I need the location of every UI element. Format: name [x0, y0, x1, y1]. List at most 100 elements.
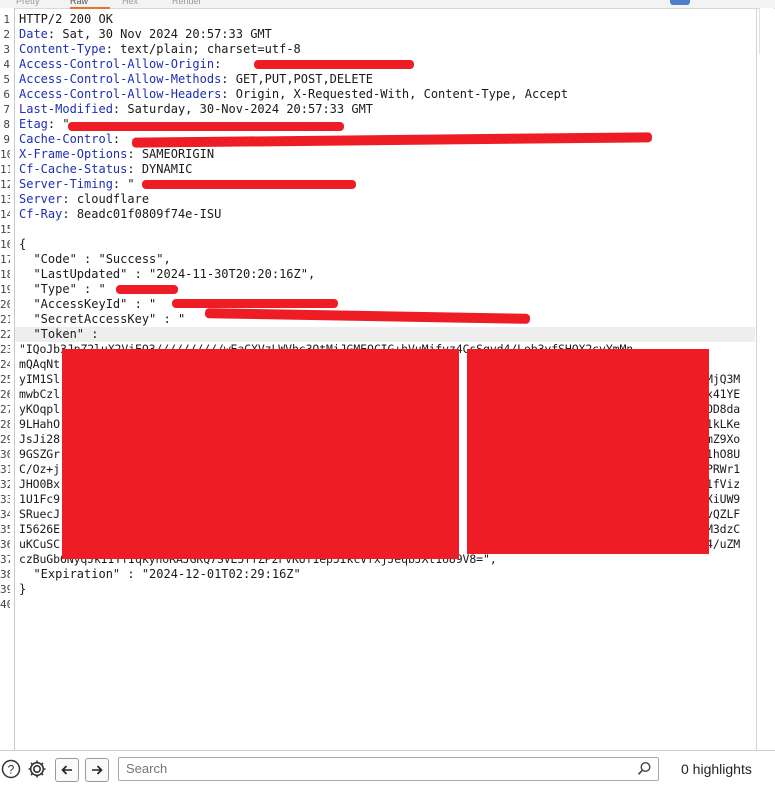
token-line: mwbCzl: [19, 387, 60, 401]
line-number: 34: [0, 508, 10, 521]
line-number: 36: [0, 538, 10, 551]
redaction-block: [467, 349, 709, 554]
line-number: 19: [0, 283, 10, 296]
token-fragment: 4/uZM: [706, 537, 741, 551]
line-number: 21: [0, 313, 10, 326]
tab-hex[interactable]: Hex: [122, 0, 152, 7]
inspector-toggle-button[interactable]: [670, 0, 690, 5]
line-number: 10: [0, 148, 10, 161]
line-number: 14: [0, 208, 10, 221]
token-fragment: PRWr1: [706, 462, 741, 476]
line-number: 4: [3, 58, 10, 71]
redaction-mark: [68, 122, 344, 131]
help-icon[interactable]: ?: [0, 758, 22, 780]
line-number: 28: [0, 418, 10, 431]
line-number: 38: [0, 568, 10, 581]
line-number: 32: [0, 478, 10, 491]
highlights-count: 0 highlights: [681, 761, 752, 777]
response-editor[interactable]: 1 2 3 4 5 6 7 8 9 10 11 12 13 14 15 16 1…: [0, 8, 775, 750]
json-expiration-line: "Expiration" : "2024-12-01T02:29:16Z": [19, 567, 301, 581]
line-number: 11: [0, 163, 10, 176]
token-fragment: vQZLF: [706, 507, 741, 521]
json-type-line: "Type" : ": [19, 282, 106, 296]
header-value: Origin, X-Requested-With, Content-Type, …: [235, 87, 569, 101]
json-token-key-line: "Token" :: [19, 327, 99, 341]
line-number-gutter: 1 2 3 4 5 6 7 8 9 10 11 12 13 14 15 16 1…: [0, 8, 15, 750]
token-fragment: MjQ3M: [706, 372, 741, 386]
header-value: ": [127, 177, 135, 191]
header-name: Server: [19, 192, 63, 206]
token-line: C/Oz+j: [19, 462, 60, 476]
token-fragment: 1fViz: [706, 477, 741, 491]
json-open-brace: {: [19, 237, 27, 251]
vertical-scrollbar-track[interactable]: [756, 8, 757, 750]
header-line: X-Frame-Options: SAMEORIGIN: [19, 147, 215, 161]
header-name: Access-Control-Allow-Headers: [19, 87, 222, 101]
json-close-brace: }: [19, 582, 27, 596]
redaction-block: [62, 349, 459, 559]
token-line: uKCuSC: [19, 537, 60, 551]
token-fragment: M3dzC: [706, 522, 741, 536]
header-line: Date: Sat, 30 Nov 2024 20:57:33 GMT: [19, 27, 272, 41]
line-number: 35: [0, 523, 10, 536]
search-input[interactable]: Search: [118, 757, 659, 781]
header-name: Access-Control-Allow-Methods: [19, 72, 222, 86]
arrow-left-icon: [61, 765, 72, 775]
line-number: 25: [0, 373, 10, 386]
line-number: 8: [3, 118, 10, 131]
header-line: Content-Type: text/plain; charset=utf-8: [19, 42, 301, 56]
token-fragment: 1hO8U: [706, 447, 741, 461]
header-name: Last-Modified: [19, 102, 113, 116]
previous-match-button[interactable]: [55, 758, 79, 782]
line-number: 39: [0, 583, 10, 596]
line-number: 15: [0, 223, 10, 236]
search-toolbar: ? Search 0 highlights: [0, 750, 775, 792]
token-line: 1U1Fc9: [19, 492, 60, 506]
line-number: 26: [0, 388, 10, 401]
header-value: GET,PUT,POST,DELETE: [235, 72, 374, 86]
tab-render[interactable]: Render: [172, 0, 222, 7]
line-number: 23: [0, 343, 10, 356]
header-name: Cf-Ray: [19, 207, 63, 221]
line-number: 37: [0, 553, 10, 566]
header-line: Access-Control-Allow-Methods: GET,PUT,PO…: [19, 72, 374, 86]
token-line: yKOqpl: [19, 402, 60, 416]
line-number: 9: [3, 133, 10, 146]
line-number: 27: [0, 403, 10, 416]
token-line: JsJi28: [19, 432, 60, 446]
line-number: 7: [3, 103, 10, 116]
line-number: 12: [0, 178, 10, 191]
line-number: 6: [3, 88, 10, 101]
header-line: Etag: ": [19, 117, 70, 131]
header-name: Date: [19, 27, 48, 41]
gear-icon[interactable]: [26, 758, 48, 780]
redaction-mark: [172, 299, 338, 308]
redaction-mark: [116, 285, 178, 294]
token-line: yIM1Sl: [19, 372, 60, 386]
token-fragment: 1kLKe: [706, 417, 741, 431]
header-value: Sat, 30 Nov 2024 20:57:33 GMT: [62, 27, 272, 41]
json-accesskeyid-line: "AccessKeyId" : ": [19, 297, 157, 311]
token-line: 9LHahO: [19, 417, 60, 431]
current-line-highlight: [15, 327, 755, 342]
line-number: 5: [3, 73, 10, 86]
header-value: text/plain; charset=utf-8: [120, 42, 301, 56]
line-number: 13: [0, 193, 10, 206]
header-name: Content-Type: [19, 42, 106, 56]
header-line: Server-Timing: ": [19, 177, 135, 191]
line-number: 20: [0, 298, 10, 311]
header-value: SAMEORIGIN: [141, 147, 215, 161]
redaction-mark: [204, 308, 531, 324]
tab-pretty[interactable]: Pretty: [16, 0, 56, 7]
header-name: Etag: [19, 117, 48, 131]
token-line: mQAqNt: [19, 357, 60, 371]
vertical-scrollbar-thumb[interactable]: [759, 8, 774, 54]
token-line: JHO0Bx: [19, 477, 60, 491]
token-fragment: XiUW9: [706, 492, 741, 506]
header-line: Cache-Control:: [19, 132, 128, 146]
token-line: I5626E: [19, 522, 60, 536]
token-fragment: OD8da: [706, 402, 741, 416]
next-match-button[interactable]: [85, 758, 109, 782]
header-name: Access-Control-Allow-Origin: [19, 57, 215, 71]
json-secretaccesskey-line: "SecretAccessKey" : ": [19, 312, 186, 326]
